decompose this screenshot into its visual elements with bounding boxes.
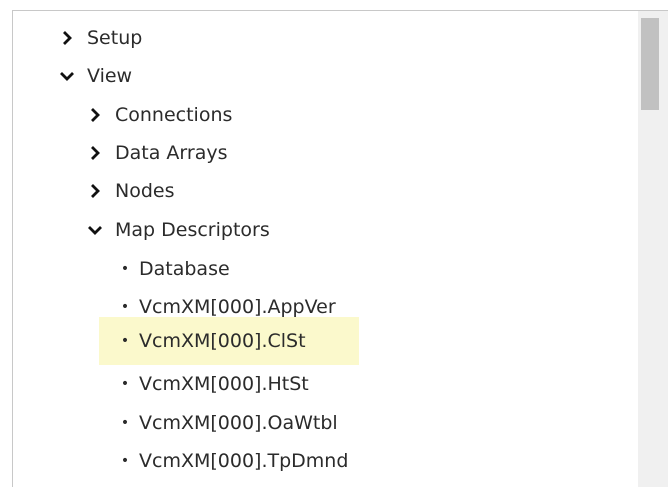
tree-item-view[interactable]: View (57, 57, 132, 95)
tree-view: Setup View Connections Data Arrays Nodes (13, 11, 638, 487)
vertical-scrollbar[interactable] (638, 11, 668, 487)
tree-item-map-descriptors[interactable]: Map Descriptors (85, 211, 270, 249)
tree-item-data-arrays[interactable]: Data Arrays (85, 134, 227, 172)
tree-item-label: Database (139, 258, 230, 280)
bullet-icon: • (120, 261, 130, 277)
chevron-right-icon[interactable] (85, 181, 105, 201)
tree-item-clst[interactable]: • VcmXM[000].ClSt (99, 317, 359, 365)
chevron-down-icon[interactable] (57, 66, 77, 86)
tree-item-label: Connections (115, 104, 233, 126)
chevron-right-icon[interactable] (85, 143, 105, 163)
tree-item-connections[interactable]: Connections (85, 96, 232, 134)
tree-panel: Setup View Connections Data Arrays Nodes (12, 10, 668, 487)
tree-item-label: VcmXM[000].ClSt (139, 330, 306, 352)
bullet-icon: • (120, 453, 130, 469)
tree-item-htst[interactable]: • VcmXM[000].HtSt (115, 365, 309, 403)
tree-item-label: VcmXM[000].TpDmnd (139, 450, 349, 472)
bullet-icon: • (120, 415, 130, 431)
tree-item-label: View (87, 65, 133, 87)
chevron-right-icon[interactable] (85, 105, 105, 125)
chevron-down-icon[interactable] (85, 220, 105, 240)
tree-item-label: Setup (87, 27, 143, 49)
tree-item-label: VcmXM[000].OaWtbl (139, 412, 338, 434)
tree-item-setup[interactable]: Setup (57, 19, 142, 57)
tree-item-database[interactable]: • Database (115, 250, 230, 288)
tree-item-tpdmnd[interactable]: • VcmXM[000].TpDmnd (115, 442, 349, 480)
bullet-icon: • (120, 333, 130, 349)
tree-item-label: Data Arrays (115, 142, 228, 164)
tree-item-label: VcmXM[000].AppVer (139, 296, 336, 318)
tree-item-nodes[interactable]: Nodes (85, 172, 175, 210)
tree-item-label: Map Descriptors (115, 219, 270, 241)
scrollbar-thumb[interactable] (641, 18, 659, 110)
bullet-icon: • (120, 376, 130, 392)
bullet-icon: • (120, 299, 130, 315)
tree-item-label: Nodes (115, 180, 175, 202)
tree-item-label: VcmXM[000].HtSt (139, 373, 309, 395)
tree-item-oawtbl[interactable]: • VcmXM[000].OaWtbl (115, 404, 338, 442)
chevron-right-icon[interactable] (57, 28, 77, 48)
